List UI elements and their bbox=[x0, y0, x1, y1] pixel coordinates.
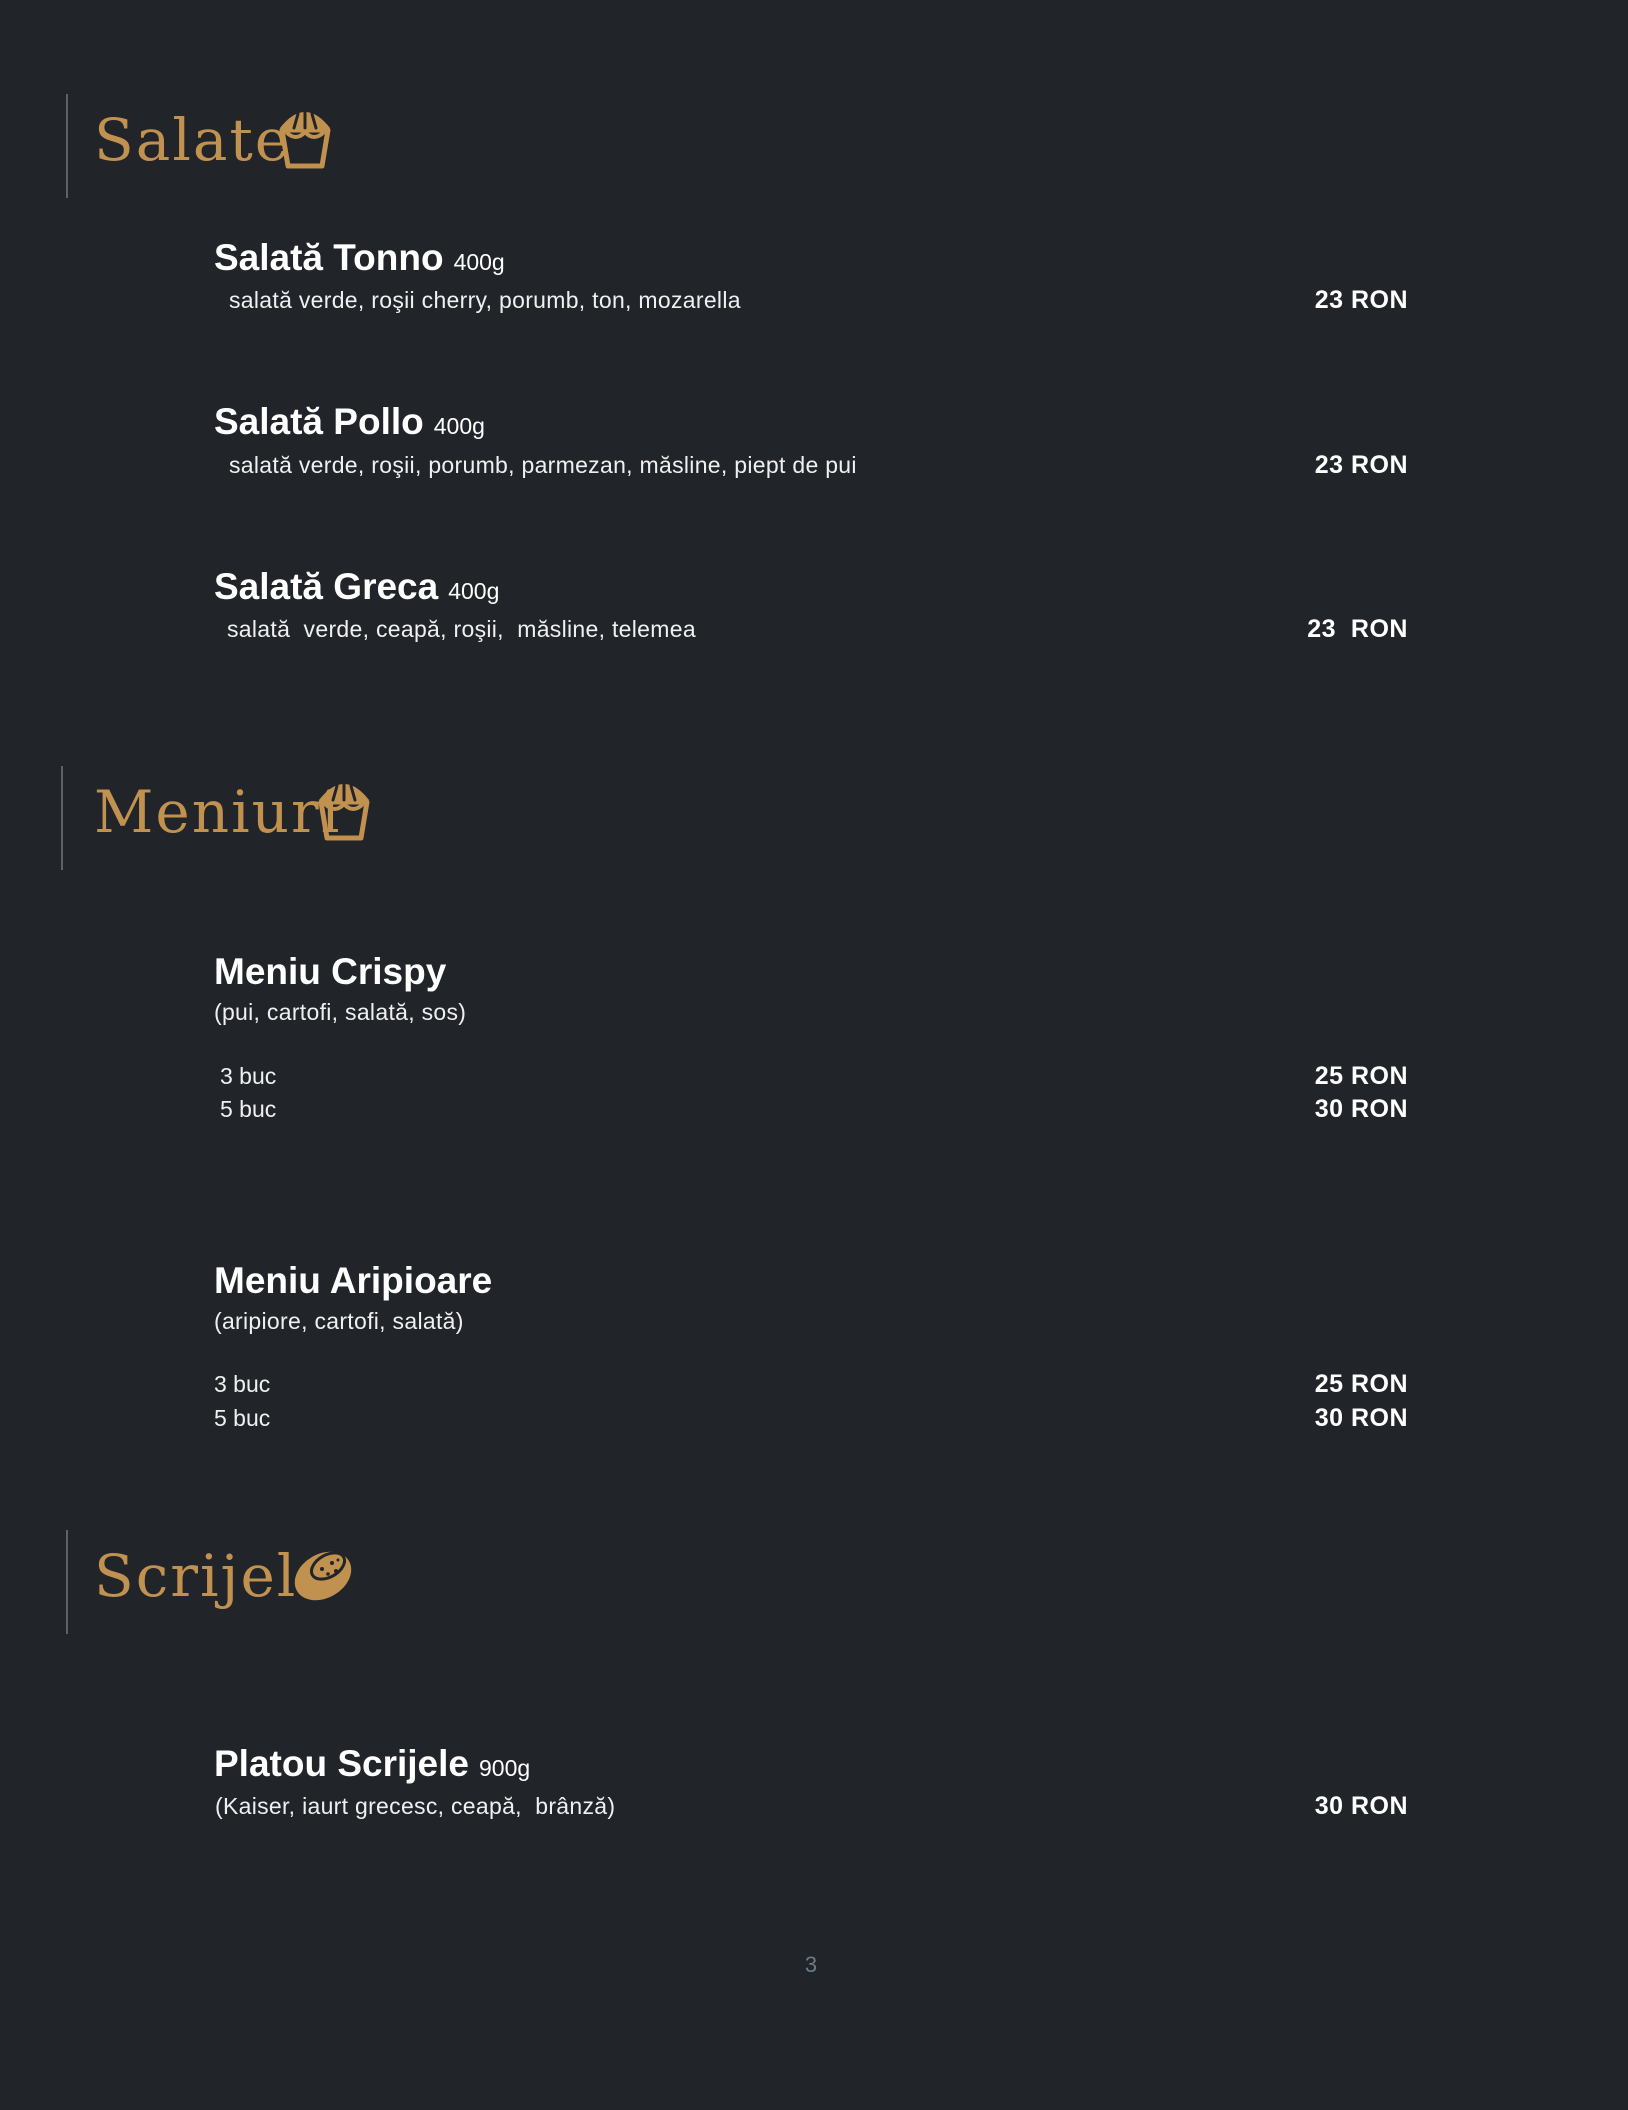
item-description: salată verde, ceapă, roşii, măsline, tel… bbox=[227, 616, 696, 642]
item-price: 30 RON bbox=[1314, 1792, 1408, 1820]
item-option-qty: 5 buc bbox=[214, 1405, 271, 1431]
section-divider bbox=[66, 1530, 68, 1634]
page-number: 3 bbox=[804, 1952, 818, 1977]
item-price: 23 RON bbox=[1314, 451, 1408, 479]
potato-icon bbox=[294, 1551, 352, 1601]
item-description: salată verde, roşii, porumb, parmezan, m… bbox=[229, 452, 857, 478]
item-option-price: 30 RON bbox=[1314, 1095, 1408, 1123]
section-title-salate: Salate bbox=[94, 106, 292, 174]
section-header-scrijele: Scrijele bbox=[66, 1530, 666, 1634]
item-description: (pui, cartofi, salată, sos) bbox=[214, 999, 467, 1025]
item-name: Salată Pollo bbox=[214, 401, 424, 442]
section-title-meniuri: Meniuri bbox=[94, 778, 342, 846]
item-weight: 900g bbox=[479, 1755, 531, 1781]
section-header-salate: Salate bbox=[66, 94, 666, 198]
item-option-qty: 5 buc bbox=[220, 1096, 277, 1122]
item-name: Platou Scrijele bbox=[214, 1743, 469, 1784]
item-description: (Kaiser, iaurt grecesc, ceapă, brânză) bbox=[215, 1793, 616, 1819]
menu-item-salata-greca: Salată Greca 400g bbox=[214, 563, 499, 619]
item-weight: 400g bbox=[453, 249, 505, 275]
item-option-qty: 3 buc bbox=[220, 1063, 277, 1089]
item-description: (aripiore, cartofi, salată) bbox=[214, 1308, 464, 1334]
item-weight: 400g bbox=[448, 578, 500, 604]
item-option-price: 25 RON bbox=[1314, 1062, 1408, 1090]
section-divider bbox=[66, 94, 68, 198]
item-price: 23 RON bbox=[1307, 615, 1408, 643]
section-divider bbox=[61, 766, 63, 870]
item-description: salată verde, roşii cherry, porumb, ton,… bbox=[229, 287, 741, 313]
fries-icon bbox=[279, 108, 331, 169]
item-name: Salată Tonno bbox=[214, 237, 444, 278]
item-weight: 400g bbox=[433, 413, 485, 439]
item-name: Salată Greca bbox=[214, 566, 439, 607]
menu-item-salata-pollo: Salată Pollo 400g bbox=[214, 398, 485, 454]
menu-item-platou-scrijele: Platou Scrijele 900g bbox=[214, 1740, 530, 1796]
item-price: 23 RON bbox=[1314, 286, 1408, 314]
item-option-price: 30 RON bbox=[1314, 1404, 1408, 1432]
section-header-meniuri: Meniuri bbox=[61, 766, 661, 870]
item-name: Meniu Crispy bbox=[214, 951, 447, 992]
fries-icon bbox=[318, 780, 370, 841]
menu-item-salata-tonno: Salată Tonno 400g bbox=[214, 234, 505, 290]
item-option-qty: 3 buc bbox=[214, 1371, 271, 1397]
item-name: Meniu Aripioare bbox=[214, 1260, 493, 1301]
item-option-price: 25 RON bbox=[1314, 1370, 1408, 1398]
